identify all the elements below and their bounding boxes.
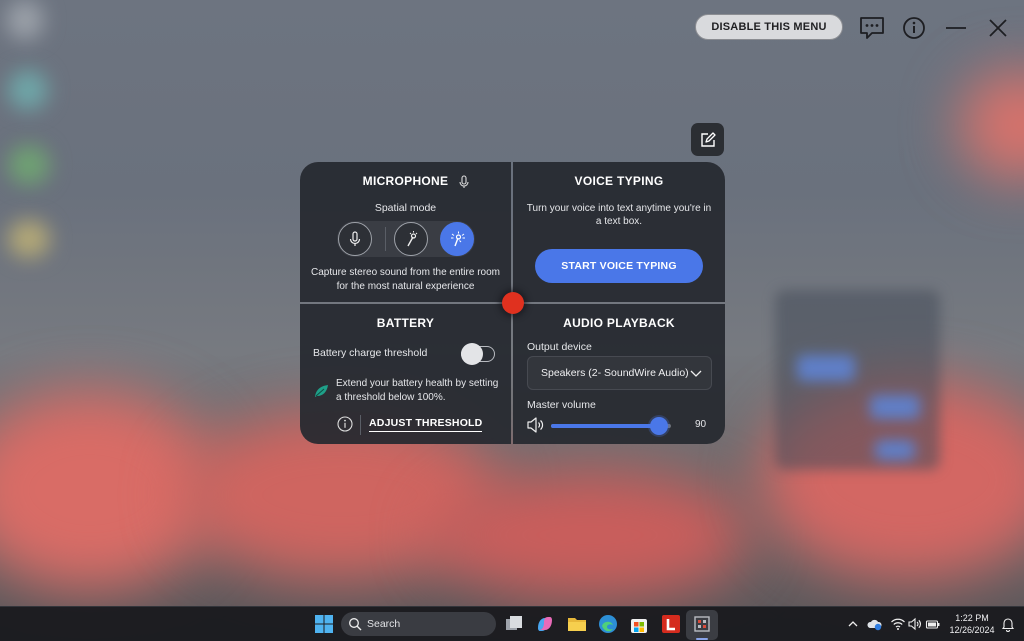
microphone-panel: MICROPHONE Spatial mode Capture stereo s…	[300, 162, 511, 302]
onedrive-icon[interactable]	[867, 616, 883, 632]
clock-date: 12/26/2024	[949, 625, 995, 635]
search-icon	[349, 618, 362, 631]
speaker-icon[interactable]	[526, 417, 546, 433]
spatial-mode-label: Spatial mode	[374, 202, 437, 214]
widget-center-handle[interactable]	[502, 292, 524, 314]
mode-room-button[interactable]	[440, 222, 474, 256]
copilot-icon[interactable]	[534, 613, 556, 635]
battery-description: Extend your battery health by setting a …	[336, 378, 499, 403]
task-view-icon[interactable]	[503, 613, 525, 635]
master-volume-label: Master volume	[527, 399, 596, 411]
store-icon[interactable]	[628, 613, 650, 635]
volume-icon[interactable]	[907, 616, 923, 632]
minimize-icon[interactable]	[942, 14, 970, 42]
disable-menu-button[interactable]: DISABLE THIS MENU	[695, 14, 843, 40]
edit-layout-button[interactable]	[691, 123, 724, 156]
chevron-down-icon	[690, 370, 702, 377]
output-device-label: Output device	[527, 341, 592, 353]
battery-panel: BATTERY Battery charge threshold Extend …	[300, 304, 511, 444]
room-mic-icon	[451, 231, 465, 247]
mode-standard-button[interactable]	[338, 222, 372, 256]
directional-mic-icon	[407, 231, 418, 247]
taskbar-clock[interactable]: 1:22 PM 12/26/2024	[946, 612, 998, 636]
leaf-icon	[315, 385, 328, 397]
search-placeholder: Search	[367, 618, 401, 630]
close-icon[interactable]	[984, 14, 1012, 42]
start-voice-typing-button[interactable]: START VOICE TYPING	[535, 249, 703, 283]
taskbar-search[interactable]: Search	[341, 612, 496, 636]
output-device-value: Speakers (2- SoundWire Audio)	[541, 367, 689, 379]
battery-threshold-toggle[interactable]	[461, 343, 495, 365]
battery-icon[interactable]	[925, 616, 941, 632]
notification-bell-icon[interactable]	[1000, 616, 1016, 632]
info-icon[interactable]	[337, 416, 353, 432]
file-explorer-icon[interactable]	[566, 613, 588, 635]
battery-threshold-label: Battery charge threshold	[313, 347, 428, 359]
active-app-icon[interactable]	[691, 613, 713, 635]
feedback-icon[interactable]	[858, 14, 886, 42]
mic-icon	[349, 231, 361, 246]
info-icon[interactable]	[900, 14, 928, 42]
voice-typing-panel: VOICE TYPING Turn your voice into text a…	[513, 162, 725, 302]
master-volume-value: 90	[695, 419, 707, 430]
voice-typing-description: Turn your voice into text anytime you're…	[526, 203, 712, 227]
taskbar: Search 1:22 PM 12/26/2024	[0, 606, 1024, 641]
spatial-mode-group	[337, 221, 475, 257]
windows-start-icon[interactable]	[313, 613, 335, 635]
audio-playback-title: AUDIO PLAYBACK	[563, 316, 675, 330]
mode-directional-button[interactable]	[394, 222, 428, 256]
battery-title: BATTERY	[376, 316, 435, 330]
edge-icon[interactable]	[597, 613, 619, 635]
clock-time: 1:22 PM	[955, 613, 989, 623]
master-volume-slider[interactable]	[551, 417, 671, 435]
l-app-icon[interactable]	[660, 613, 682, 635]
microphone-title: MICROPHONE	[362, 174, 449, 188]
chevron-up-icon[interactable]	[845, 616, 861, 632]
output-device-select[interactable]: Speakers (2- SoundWire Audio)	[527, 356, 712, 390]
spatial-mode-description: Capture stereo sound from the entire roo…	[311, 267, 500, 292]
wifi-icon[interactable]	[890, 616, 906, 632]
audio-playback-panel: AUDIO PLAYBACK Output device Speakers (2…	[513, 304, 725, 444]
mic-icon	[459, 175, 469, 188]
voice-typing-title: VOICE TYPING	[574, 174, 664, 188]
adjust-threshold-link[interactable]: ADJUST THRESHOLD	[369, 417, 483, 432]
volume-slider-thumb[interactable]	[650, 417, 668, 435]
edit-icon	[700, 131, 716, 147]
